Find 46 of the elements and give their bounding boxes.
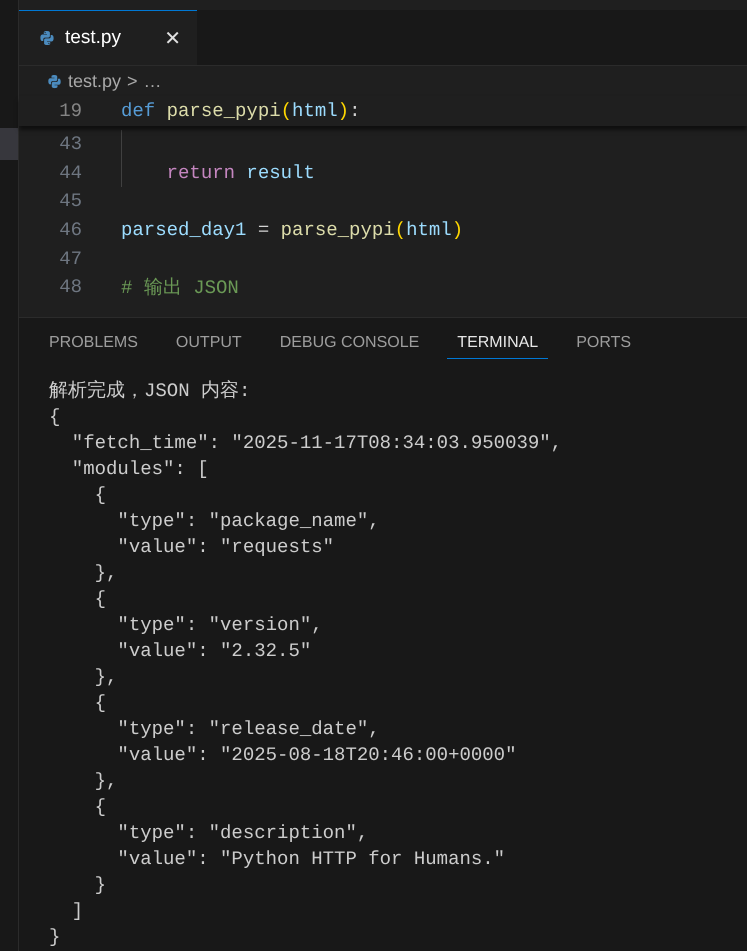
breadcrumb-separator: > xyxy=(127,70,138,92)
line-number: 43 xyxy=(58,133,83,156)
line-number: 48 xyxy=(58,276,83,298)
terminal-line: }, xyxy=(94,665,118,690)
line-number: 47 xyxy=(58,248,83,270)
breadcrumb-item[interactable]: … xyxy=(144,70,162,92)
terminal-line: { xyxy=(94,795,108,820)
terminal-line: "type": "description", xyxy=(116,821,370,846)
terminal-line: "type": "package_name", xyxy=(116,509,381,534)
panel-tab[interactable]: PORTS xyxy=(566,326,642,358)
terminal-line: "value": "2025-08-18T20:46:00+0000" xyxy=(116,743,518,768)
terminal-line: "type": "version", xyxy=(116,613,324,638)
code-line: def parse_pypi(html): xyxy=(121,100,360,122)
terminal-line: "value": "Python HTTP for Humans." xyxy=(116,847,506,872)
line-number: 19 xyxy=(58,100,83,122)
terminal-line: } xyxy=(49,925,62,950)
panel-tab[interactable]: OUTPUT xyxy=(166,326,252,358)
terminal-line: { xyxy=(94,691,108,716)
terminal-line: ] xyxy=(70,899,84,924)
python-file-icon xyxy=(39,30,55,46)
panel-tab[interactable]: DEBUG CONSOLE xyxy=(270,326,430,358)
terminal-line: "value": "2.32.5" xyxy=(116,639,312,664)
python-file-icon xyxy=(47,74,62,88)
terminal-line: }, xyxy=(94,769,118,794)
close-button[interactable]: ✕ xyxy=(160,26,185,50)
breadcrumb-item[interactable]: test.py xyxy=(68,70,122,92)
code-line: return result xyxy=(166,162,315,184)
activity-bar-item[interactable] xyxy=(0,128,18,160)
terminal-line: } xyxy=(94,873,108,898)
terminal-line: "fetch_time": "2025-11-17T08:34:03.950039", xyxy=(70,431,564,456)
code-line: # 输出 JSON xyxy=(121,276,239,300)
terminal-line: { xyxy=(49,405,62,430)
line-number: 46 xyxy=(58,219,83,242)
editor-tab[interactable]: test.py ✕ xyxy=(19,10,197,65)
panel-tab[interactable]: PROBLEMS xyxy=(39,326,148,358)
panel-tab[interactable]: TERMINAL xyxy=(447,326,548,358)
code-line: parsed_day1 = parse_pypi(html) xyxy=(121,219,464,242)
terminal-line: { xyxy=(94,483,108,508)
line-number: 44 xyxy=(58,162,83,184)
terminal-line: "modules": [ xyxy=(70,457,210,482)
terminal-line: }, xyxy=(94,561,118,586)
terminal-line: { xyxy=(94,587,108,612)
terminal-line: "type": "release_date", xyxy=(116,717,381,742)
line-number: 45 xyxy=(58,190,83,212)
terminal-line: "value": "requests" xyxy=(116,535,336,560)
terminal-line: 解析完成，JSON 内容: xyxy=(49,379,252,404)
